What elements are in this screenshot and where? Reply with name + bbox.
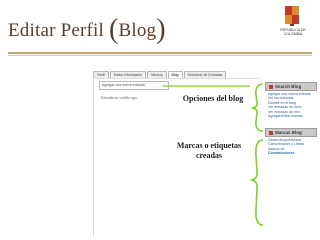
search-blog-title: Search Blog [275, 84, 302, 89]
list-item[interactable]: Agregar/editar marcas [268, 114, 315, 118]
tags-header: Marcas Blog [265, 128, 317, 137]
search-blog-header: Search Blog [265, 82, 317, 91]
tags-list: Desarrolloprofesional Comunicación y Lin… [265, 137, 317, 156]
tags-title: Marcas Blog [275, 130, 302, 135]
list-item[interactable]: Construcciones [268, 151, 315, 155]
blog-options-list: Agregar una nueva entrada Ver las entrad… [265, 91, 317, 118]
tags-box: Marcas Blog Desarrolloprofesional Comuni… [265, 128, 317, 156]
square-bullet-icon [269, 130, 273, 135]
annotation-tags-line-1: Marcas o etiquetas [176, 141, 242, 150]
annotation-tags-line-2: creadas [195, 151, 223, 160]
blog-sidebar: Search Blog Agregar una nueva entrada Ve… [265, 82, 317, 234]
annotation-blog-options: Opciones del blog [182, 94, 244, 103]
brace-options [251, 83, 264, 132]
search-blog-box: Search Blog Agregar una nueva entrada Ve… [265, 82, 317, 119]
annotation-tags: Marcas o etiquetas creadas [170, 141, 248, 161]
brace-tags [249, 139, 264, 226]
square-bullet-icon [269, 84, 273, 89]
